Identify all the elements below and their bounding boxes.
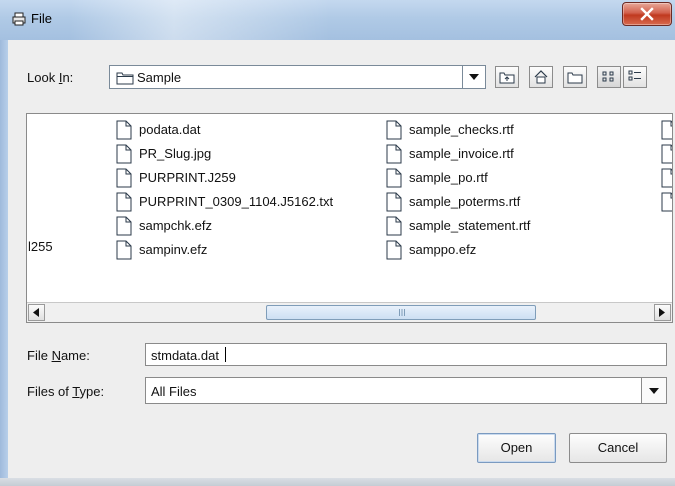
document-icon bbox=[386, 240, 402, 260]
chevron-down-icon bbox=[649, 388, 659, 394]
document-icon[interactable] bbox=[660, 192, 673, 212]
document-icon[interactable] bbox=[660, 144, 673, 164]
file-dialog-window: File Look In: Sample l255 podata.dat PR_… bbox=[0, 0, 675, 486]
new-folder-icon bbox=[567, 72, 583, 84]
title-bar-glare bbox=[70, 0, 330, 40]
list-view-button[interactable] bbox=[597, 66, 621, 88]
file-type-label: Files of Type: bbox=[27, 384, 105, 399]
list-item-label: sample_checks.rtf bbox=[409, 122, 514, 137]
window-bottom-border bbox=[0, 478, 675, 486]
document-icon bbox=[386, 144, 402, 164]
list-item-label: sampinv.efz bbox=[139, 242, 208, 257]
document-icon bbox=[116, 120, 132, 140]
window-title: File bbox=[31, 11, 52, 26]
document-icon[interactable] bbox=[660, 168, 673, 188]
document-icon[interactable] bbox=[660, 120, 673, 140]
chevron-left-icon bbox=[33, 308, 39, 317]
list-view-icon bbox=[602, 71, 614, 82]
cancel-button[interactable]: Cancel bbox=[569, 433, 667, 463]
home-icon bbox=[534, 70, 548, 84]
document-icon bbox=[116, 240, 132, 260]
chevron-down-icon bbox=[469, 74, 479, 80]
file-name-value: stmdata.dat bbox=[151, 348, 219, 363]
dialog-content: Look In: Sample l255 podata.dat PR_Slug.… bbox=[8, 40, 675, 486]
horizontal-scrollbar[interactable] bbox=[27, 302, 672, 322]
list-item-label: PURPRINT_0309_1104.J5162.txt bbox=[139, 194, 334, 209]
document-icon bbox=[386, 168, 402, 188]
folder-icon bbox=[116, 72, 134, 85]
look-in-value: Sample bbox=[137, 70, 182, 85]
list-item-label: podata.dat bbox=[139, 122, 201, 137]
file-list[interactable]: l255 podata.dat PR_Slug.jpg PURPRINT.J25… bbox=[26, 113, 673, 323]
look-in-dropdown-button[interactable] bbox=[462, 66, 485, 88]
grip-icon bbox=[399, 309, 405, 316]
look-in-label: Look In: bbox=[27, 70, 74, 85]
scroll-right-button[interactable] bbox=[654, 304, 671, 321]
up-one-level-icon bbox=[499, 72, 515, 84]
file-type-value: All Files bbox=[151, 384, 197, 399]
file-name-input[interactable]: stmdata.dat bbox=[145, 343, 667, 366]
document-icon bbox=[116, 144, 132, 164]
text-caret bbox=[225, 347, 226, 362]
list-item-label: sample_poterms.rtf bbox=[409, 194, 521, 209]
details-view-icon bbox=[628, 70, 641, 81]
close-icon bbox=[640, 7, 654, 21]
document-icon bbox=[386, 192, 402, 212]
list-item-label: PR_Slug.jpg bbox=[139, 146, 212, 161]
file-name-label: File Name: bbox=[27, 348, 90, 363]
document-icon bbox=[386, 216, 402, 236]
scroll-left-button[interactable] bbox=[28, 304, 45, 321]
file-type-combo[interactable]: All Files bbox=[145, 377, 667, 404]
up-one-level-button[interactable] bbox=[495, 66, 519, 88]
document-icon bbox=[116, 216, 132, 236]
scrollbar-thumb[interactable] bbox=[266, 305, 536, 320]
list-item-label: samppo.efz bbox=[409, 242, 477, 257]
document-icon bbox=[386, 120, 402, 140]
title-bar[interactable]: File bbox=[0, 0, 675, 40]
look-in-combo[interactable]: Sample bbox=[109, 65, 486, 89]
document-icon bbox=[116, 168, 132, 188]
list-item-label: sample_po.rtf bbox=[409, 170, 488, 185]
printer-icon bbox=[12, 12, 26, 26]
home-button[interactable] bbox=[529, 66, 553, 88]
close-button[interactable] bbox=[622, 2, 672, 26]
open-button[interactable]: Open bbox=[477, 433, 556, 463]
list-item-label: sample_invoice.rtf bbox=[409, 146, 514, 161]
chevron-right-icon bbox=[659, 308, 665, 317]
list-item-label: PURPRINT.J259 bbox=[139, 170, 236, 185]
clipped-list-item[interactable]: l255 bbox=[28, 239, 53, 254]
file-type-dropdown-button[interactable] bbox=[641, 378, 666, 403]
new-folder-button[interactable] bbox=[563, 66, 587, 88]
window-left-border bbox=[0, 40, 8, 486]
list-item-label: sampchk.efz bbox=[139, 218, 212, 233]
details-view-button[interactable] bbox=[623, 66, 647, 88]
document-icon bbox=[116, 192, 132, 212]
list-item-label: sample_statement.rtf bbox=[409, 218, 531, 233]
